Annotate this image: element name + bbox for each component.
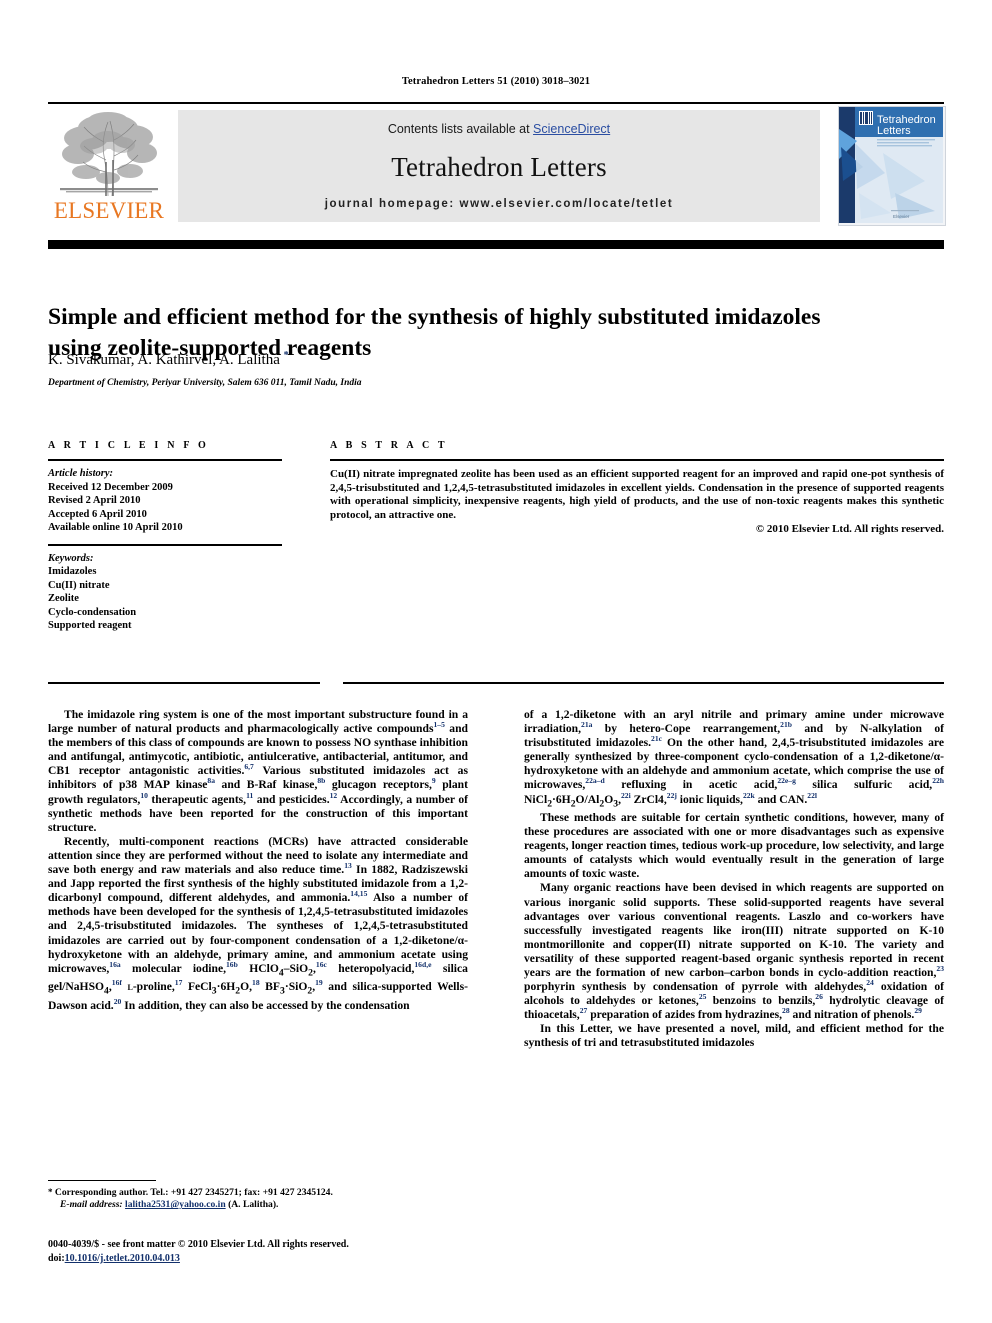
article-info-column: A R T I C L E I N F O Article history: R… — [48, 440, 282, 642]
journal-cover-thumbnail[interactable]: Tetrahedron Letters Elsevier — [838, 106, 946, 226]
elsevier-wordmark: ELSEVIER — [53, 198, 165, 223]
keywords-block: Keywords: Imidazoles Cu(II) nitrate Zeol… — [48, 546, 282, 642]
body-paragraph: In this Letter, we have presented a nove… — [524, 1022, 944, 1050]
abstract-column: A B S T R A C T Cu(II) nitrate impregnat… — [330, 440, 944, 535]
issn-copyright-line: 0040-4039/$ - see front matter © 2010 El… — [48, 1239, 349, 1250]
contents-list-line: Contents lists available at ScienceDirec… — [178, 122, 820, 136]
history-item: Revised 2 April 2010 — [48, 495, 141, 506]
doi-line: doi:10.1016/j.tetlet.2010.04.013 — [48, 1252, 568, 1266]
journal-title: Tetrahedron Letters — [391, 152, 607, 182]
abstract-copyright: © 2010 Elsevier Ltd. All rights reserved… — [755, 523, 944, 536]
email-line: E-mail address: lalitha2531@yahoo.co.in … — [48, 1199, 478, 1211]
body-paragraph: Many organic reactions have been devised… — [524, 881, 945, 1022]
keyword-item: Imidazoles — [48, 566, 97, 577]
journal-homepage-line[interactable]: journal homepage: www.elsevier.com/locat… — [178, 198, 820, 210]
masthead-top-rule — [48, 102, 944, 104]
article-history-block: Article history: Received 12 December 20… — [48, 461, 282, 544]
history-item: Available online 10 April 2010 — [48, 522, 183, 533]
body-column-right: of a 1,2-diketone with an aryl nitrile a… — [524, 708, 944, 1051]
elsevier-logo: ELSEVIER — [50, 108, 168, 224]
imprint-block: 0040-4039/$ - see front matter © 2010 El… — [48, 1238, 568, 1265]
keyword-item: Cu(II) nitrate — [48, 579, 110, 591]
article-info-heading: A R T I C L E I N F O — [48, 440, 209, 451]
keyword-item: Zeolite — [48, 593, 79, 604]
keywords-label: Keywords: — [48, 552, 94, 564]
article-history-label: Article history: — [48, 468, 114, 479]
masthead-bottom-bar — [48, 240, 944, 249]
history-item: Received 12 December 2009 — [48, 481, 173, 493]
body-paragraph: The imidazole ring system is one of the … — [48, 708, 468, 834]
keyword-item: Cyclo-condensation — [48, 606, 137, 618]
journal-masthead: ELSEVIER Contents lists available at Sci… — [48, 102, 946, 226]
masthead-banner: Contents lists available at ScienceDirec… — [178, 110, 820, 222]
contents-prefix: Contents lists available at — [387, 122, 534, 136]
body-rule-right — [343, 682, 944, 684]
author-list: K. Sivakumar, A. Kathirvel, A. Lalitha * — [48, 350, 289, 369]
body-rule-left — [48, 682, 320, 684]
body-paragraph: These methods are suitable for certain s… — [524, 810, 944, 881]
svg-text:Letters: Letters — [877, 125, 911, 137]
doi-label: doi: — [48, 1252, 65, 1264]
keyword-item: Supported reagent — [48, 620, 132, 631]
email-owner: (A. Lalitha). — [228, 1199, 279, 1211]
email-link[interactable]: lalitha2531@yahoo.co.in — [125, 1199, 226, 1210]
svg-text:Elsevier: Elsevier — [893, 214, 910, 219]
body-column-left: The imidazole ring system is one of the … — [48, 708, 468, 1013]
footnote-rule — [48, 1180, 156, 1181]
body-paragraph: of a 1,2-diketone with an aryl nitrile a… — [524, 708, 945, 809]
abstract-heading: A B S T R A C T — [330, 440, 448, 451]
corresponding-author-footnote: * Corresponding author. Tel.: +91 427 23… — [48, 1186, 478, 1212]
affiliation: Department of Chemistry, Periyar Univers… — [48, 378, 362, 388]
history-item: Accepted 6 April 2010 — [48, 508, 147, 520]
doi-link[interactable]: 10.1016/j.tetlet.2010.04.013 — [65, 1253, 180, 1264]
body-paragraph: Recently, multi-component reactions (MCR… — [48, 834, 468, 1012]
journal-article-page: Tetrahedron Letters 51 (2010) 3018–3021 — [0, 0, 992, 1323]
abstract-text: Cu(II) nitrate impregnated zeolite has b… — [330, 468, 944, 521]
elsevier-tree-icon — [56, 110, 162, 198]
email-label: E-mail address: — [60, 1199, 123, 1211]
sciencedirect-link[interactable]: ScienceDirect — [533, 122, 610, 136]
running-head: Tetrahedron Letters 51 (2010) 3018–3021 — [401, 76, 591, 87]
corresponding-author-line: * Corresponding author. Tel.: +91 427 23… — [48, 1187, 333, 1198]
